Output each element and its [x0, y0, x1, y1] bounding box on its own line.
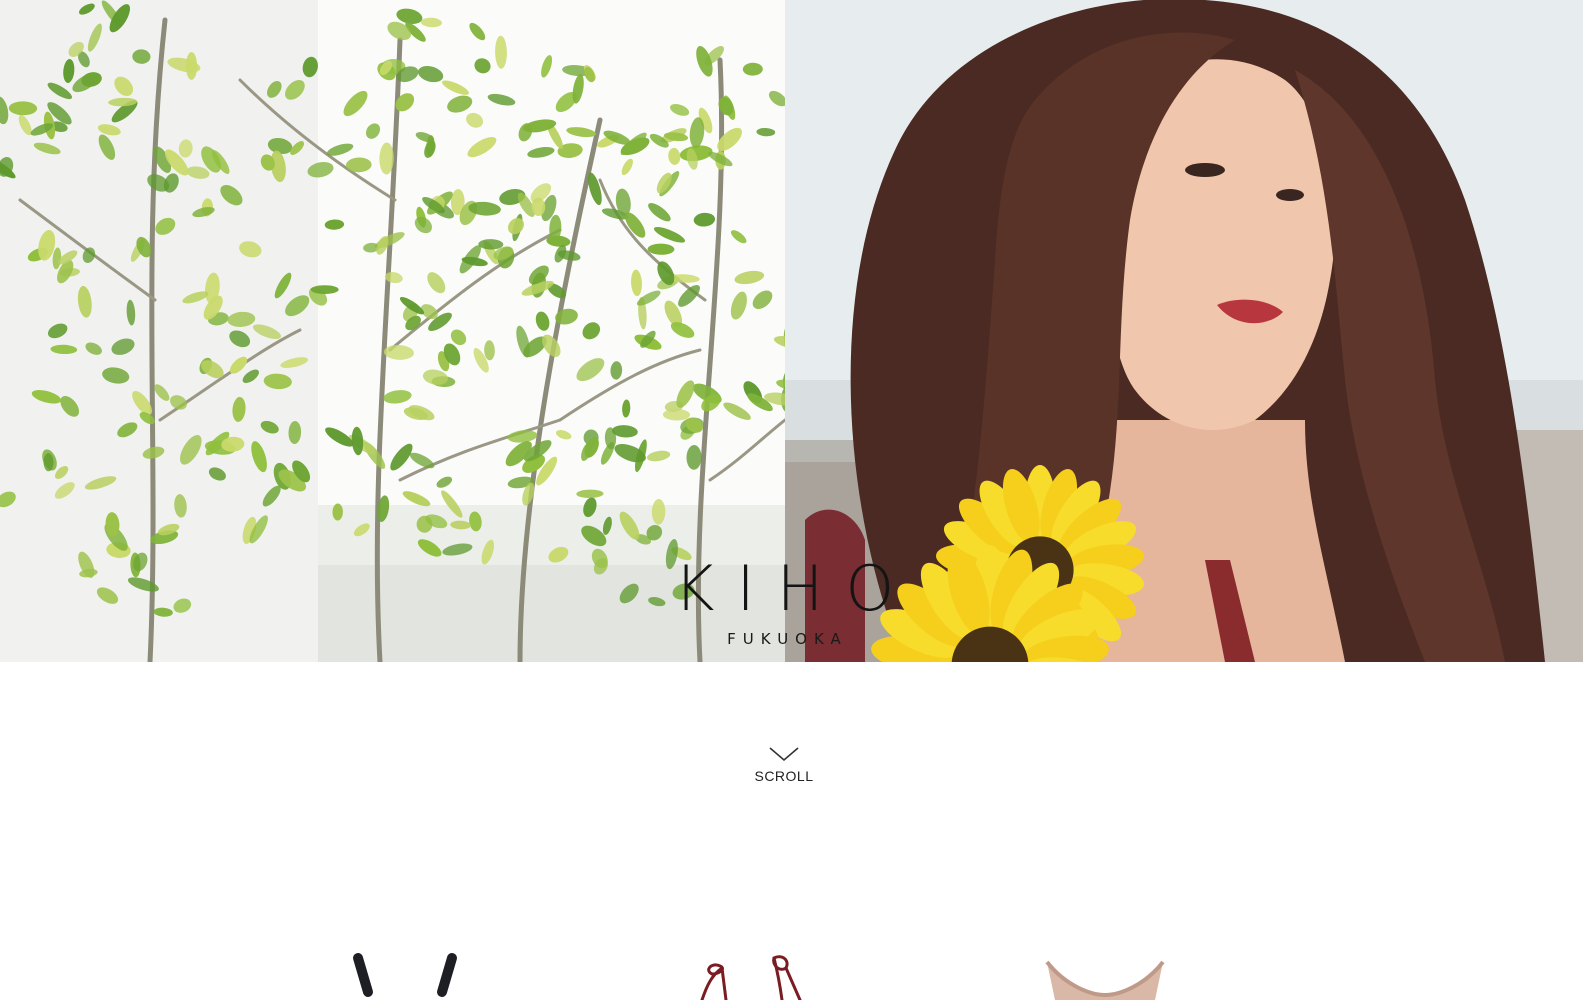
nude-top-garment-icon: [1045, 960, 1165, 1000]
leaf: [185, 52, 198, 80]
product-item-burgundy[interactable]: [682, 940, 822, 1000]
hero-banner: KIHO FUKUOKA: [0, 0, 1583, 662]
brand-logo[interactable]: KIHO FUKUOKA: [0, 552, 1568, 649]
product-item-nude[interactable]: [1035, 940, 1175, 1000]
burgundy-tie-garment-icon: [700, 955, 802, 1000]
leaf: [310, 285, 339, 294]
brand-location: FUKUOKA: [727, 630, 848, 648]
black-strap-garment-icon: [353, 953, 457, 997]
chevron-down-icon: [769, 747, 799, 762]
page: KIHO FUKUOKA SCROLL: [0, 0, 1583, 1000]
product-strip: [0, 940, 1583, 1000]
brand-name: KIHO: [673, 552, 917, 625]
product-item-black[interactable]: [340, 940, 480, 1000]
scroll-label: SCROLL: [754, 768, 814, 784]
scroll-indicator[interactable]: SCROLL: [734, 746, 834, 784]
